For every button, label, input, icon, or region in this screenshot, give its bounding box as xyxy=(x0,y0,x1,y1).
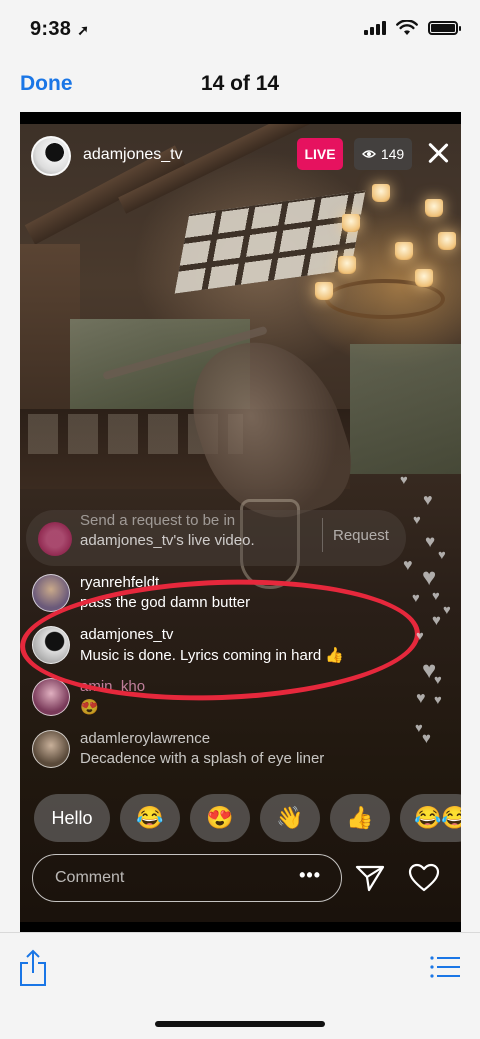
viewer-count: 149 xyxy=(380,146,405,162)
clock-text: 9:38 xyxy=(30,18,72,40)
comment-input[interactable]: Comment ••• xyxy=(32,854,342,902)
quick-reply-emoji[interactable]: 👍 xyxy=(330,794,390,842)
request-to-join-row: Send a request to be in adamjones_tv's l… xyxy=(26,510,406,566)
photo-image: adamjones_tv LIVE 149 Send a request to … xyxy=(20,112,461,932)
location-arrow-icon: ➚ xyxy=(77,22,90,38)
status-icons xyxy=(364,20,461,36)
bottom-toolbar xyxy=(0,932,480,1039)
lamp xyxy=(438,232,456,250)
home-indicator[interactable] xyxy=(155,1021,325,1027)
like-heart-icon[interactable] xyxy=(408,862,440,894)
lamp xyxy=(372,184,390,202)
commenter-avatar[interactable] xyxy=(32,730,70,768)
quick-reply-emoji[interactable]: 😂😂 xyxy=(400,794,461,842)
nav-bar: 14 of 14 Done xyxy=(0,58,480,112)
lamp xyxy=(415,269,433,287)
quick-reply-emoji[interactable]: 👋 xyxy=(260,794,320,842)
commenter-username[interactable]: adamleroylawrence xyxy=(80,730,210,747)
lamp xyxy=(395,242,413,260)
floating-heart-icon: ♥ xyxy=(434,692,442,707)
wall-mural xyxy=(350,344,461,474)
viewer-count-badge[interactable]: 149 xyxy=(354,138,412,170)
floating-heart-icon: ♥ xyxy=(403,557,413,574)
floating-heart-icon: ♥ xyxy=(412,590,420,605)
lamp xyxy=(342,214,360,232)
send-icon[interactable] xyxy=(354,862,386,894)
eye-icon xyxy=(361,150,376,158)
battery-icon xyxy=(428,21,461,35)
photo-viewer-screen: 9:38 ➚ 14 of 14 Done adamjones_tv LIVE 1… xyxy=(0,0,480,1039)
share-icon[interactable] xyxy=(18,949,48,987)
floating-heart-icon: ♥ xyxy=(434,672,442,687)
floating-heart-icon: ♥ xyxy=(423,492,433,509)
lamp xyxy=(315,282,333,300)
broadcaster-avatar[interactable] xyxy=(31,136,71,176)
lamp xyxy=(338,256,356,274)
comment-item: adamleroylawrence Decadence with a splas… xyxy=(32,730,402,780)
quick-reply-bar: Hello 😂 😍 👋 👍 😂😂 xyxy=(32,794,461,844)
request-text-line1: Send a request to be in xyxy=(80,512,236,529)
request-text-line2: adamjones_tv's live video. xyxy=(80,532,255,549)
quick-reply-emoji[interactable]: 😂 xyxy=(120,794,180,842)
live-badge: LIVE xyxy=(297,138,343,170)
status-bar: 9:38 ➚ xyxy=(0,0,480,58)
more-options-button[interactable]: ••• xyxy=(299,865,321,886)
broadcaster-username[interactable]: adamjones_tv xyxy=(83,146,183,164)
comment-text: Decadence with a splash of eye liner xyxy=(80,750,325,767)
status-time: 9:38 ➚ xyxy=(30,18,89,41)
wifi-icon xyxy=(396,20,418,35)
list-icon[interactable] xyxy=(430,955,460,979)
close-icon[interactable] xyxy=(425,140,451,166)
comment-placeholder: Comment xyxy=(55,869,125,886)
ceiling-skylight xyxy=(174,190,366,294)
floating-heart-icon: ♥ xyxy=(432,612,441,629)
request-button[interactable]: Request xyxy=(322,518,399,552)
quick-reply-emoji[interactable]: 😍 xyxy=(190,794,250,842)
quick-reply-hello[interactable]: Hello xyxy=(34,794,110,842)
floating-heart-icon: ♥ xyxy=(422,730,431,747)
comment-text: 😍 xyxy=(80,699,99,716)
floating-heart-icon: ♥ xyxy=(413,512,421,527)
floating-heart-icon: ♥ xyxy=(416,628,424,643)
commenter-avatar[interactable] xyxy=(32,678,70,716)
floating-heart-icon: ♥ xyxy=(416,690,426,707)
done-button[interactable]: Done xyxy=(20,72,73,96)
floating-heart-icon: ♥ xyxy=(432,588,440,603)
request-icon xyxy=(38,522,72,556)
cellular-signal-icon xyxy=(364,21,386,35)
floating-heart-icon: ♥ xyxy=(425,532,436,551)
floating-heart-icon: ♥ xyxy=(438,547,446,562)
floating-heart-icon: ♥ xyxy=(443,602,451,617)
lamp xyxy=(425,199,443,217)
floating-heart-icon: ♥ xyxy=(400,472,408,487)
